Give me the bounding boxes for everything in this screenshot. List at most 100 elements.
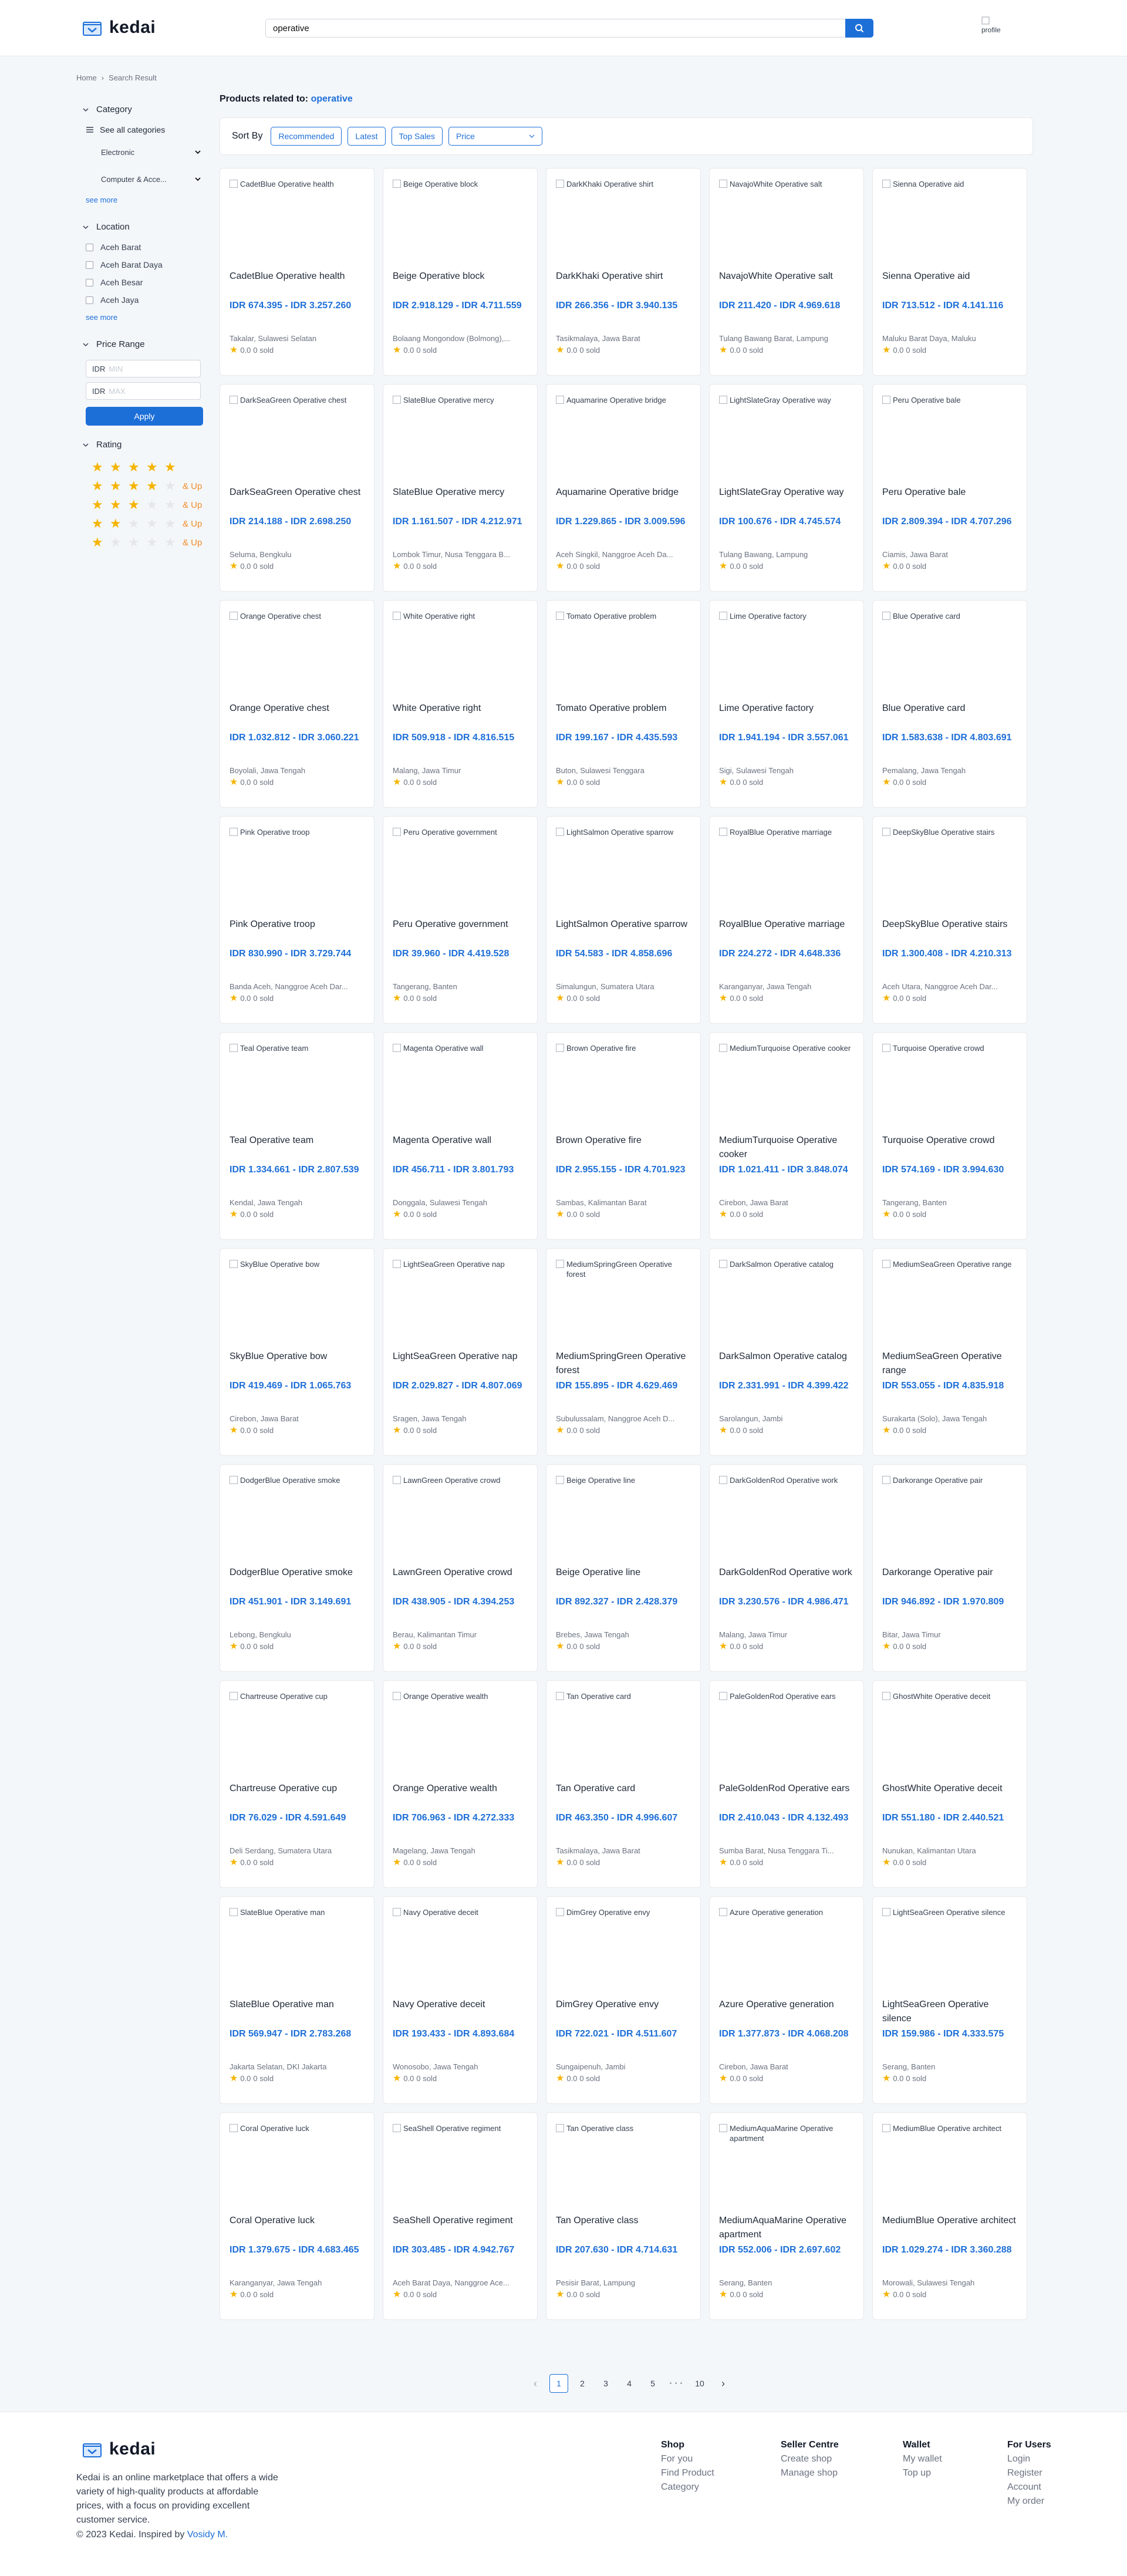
search-input[interactable] (266, 19, 847, 37)
product-image[interactable]: GhostWhite Operative deceit (882, 1691, 1017, 1781)
location-see-more-link[interactable]: see more (86, 313, 211, 322)
product-card[interactable]: SlateBlue Operative man SlateBlue Operati… (220, 1896, 374, 2104)
product-name[interactable]: SeaShell Operative regiment (393, 2214, 528, 2243)
product-name[interactable]: SkyBlue Operative bow (230, 1350, 365, 1379)
product-card[interactable]: LightSeaGreen Operative nap LightSeaGreen… (383, 1248, 538, 1456)
product-card[interactable]: DarkKhaki Operative shirt DarkKhaki Opera… (546, 168, 701, 376)
product-name[interactable]: LightSlateGray Operative way (719, 485, 854, 515)
product-image[interactable]: DarkSalmon Operative catalog (719, 1259, 854, 1348)
product-image[interactable]: Lime Operative factory (719, 611, 854, 700)
product-name[interactable]: Azure Operative generation (719, 1998, 854, 2027)
product-card[interactable]: Peru Operative bale Peru Operative bale ID… (872, 384, 1027, 592)
product-card[interactable]: Brown Operative fire Brown Operative fire… (546, 1032, 701, 1240)
page-5-button[interactable]: 5 (643, 2374, 662, 2393)
product-name[interactable]: Sienna Operative aid (882, 269, 1017, 299)
rating-filter-3[interactable]: ★ ★ ★ ★ ★ & Up (92, 498, 211, 512)
category-computer[interactable]: Computer & Acce... (101, 172, 207, 186)
product-card[interactable]: DimGrey Operative envy DimGrey Operative … (546, 1896, 701, 2104)
prev-page-button[interactable]: ‹ (526, 2374, 545, 2393)
product-card[interactable]: MediumAquaMarine Operative apartment Medi… (709, 2112, 864, 2320)
rating-filter-2[interactable]: ★ ★ ★ ★ ★ & Up (92, 517, 211, 531)
product-card[interactable]: Azure Operative generation Azure Operativ… (709, 1896, 864, 2104)
product-name[interactable]: Coral Operative luck (230, 2214, 365, 2243)
product-image[interactable]: RoyalBlue Operative marriage (719, 827, 854, 916)
product-name[interactable]: Orange Operative chest (230, 702, 365, 731)
product-name[interactable]: NavajoWhite Operative salt (719, 269, 854, 299)
logo[interactable]: kedai (82, 18, 156, 38)
product-name[interactable]: White Operative right (393, 702, 528, 731)
product-card[interactable]: CadetBlue Operative health CadetBlue Oper… (220, 168, 374, 376)
product-image[interactable]: Teal Operative team (230, 1043, 365, 1132)
product-card[interactable]: LightSlateGray Operative way LightSlateGr… (709, 384, 864, 592)
product-card[interactable]: Magenta Operative wall Magenta Operative … (383, 1032, 538, 1240)
max-price-input[interactable]: IDR MAX (86, 382, 201, 400)
sort-price-select[interactable]: Price (448, 127, 543, 146)
product-name[interactable]: GhostWhite Operative deceit (882, 1782, 1017, 1811)
product-image[interactable]: Aquamarine Operative bridge (556, 395, 691, 484)
product-card[interactable]: DarkGoldenRod Operative work DarkGoldenRo… (709, 1464, 864, 1672)
product-image[interactable]: Beige Operative line (556, 1475, 691, 1565)
product-name[interactable]: Lime Operative factory (719, 702, 854, 731)
product-image[interactable]: CadetBlue Operative health (230, 179, 365, 268)
product-card[interactable]: SeaShell Operative regiment SeaShell Oper… (383, 2112, 538, 2320)
sort-latest-button[interactable]: Latest (347, 127, 386, 146)
footer-logo[interactable]: kedai (82, 2439, 156, 2459)
product-image[interactable]: DimGrey Operative envy (556, 1907, 691, 1997)
product-image[interactable]: Beige Operative block (393, 179, 528, 268)
inspired-by-link[interactable]: Vosidy M. (187, 2530, 228, 2540)
product-image[interactable]: DarkSeaGreen Operative chest (230, 395, 365, 484)
product-card[interactable]: Teal Operative team Teal Operative team ID… (220, 1032, 374, 1240)
product-card[interactable]: Beige Operative block Beige Operative blo… (383, 168, 538, 376)
product-image[interactable]: LightSeaGreen Operative silence (882, 1907, 1017, 1997)
search-button[interactable] (845, 19, 873, 38)
product-name[interactable]: RoyalBlue Operative marriage (719, 918, 854, 947)
product-image[interactable]: SkyBlue Operative bow (230, 1259, 365, 1348)
min-price-input[interactable]: IDR MIN (86, 360, 201, 377)
location-checkbox[interactable]: Aceh Barat (86, 242, 211, 252)
price-range-header[interactable]: Price Range (82, 339, 211, 349)
rating-header[interactable]: Rating (82, 440, 211, 450)
footer-link[interactable]: Find Product (661, 2466, 714, 2480)
product-name[interactable]: Magenta Operative wall (393, 1134, 528, 1163)
product-name[interactable]: Teal Operative team (230, 1134, 365, 1163)
product-name[interactable]: LawnGreen Operative crowd (393, 1566, 528, 1595)
product-card[interactable]: DarkSeaGreen Operative chest DarkSeaGreen… (220, 384, 374, 592)
product-image[interactable]: Tan Operative card (556, 1691, 691, 1781)
product-name[interactable]: MediumSpringGreen Operative forest (556, 1350, 691, 1379)
product-name[interactable]: DarkGoldenRod Operative work (719, 1566, 854, 1595)
product-name[interactable]: DarkKhaki Operative shirt (556, 269, 691, 299)
product-image[interactable]: Sienna Operative aid (882, 179, 1017, 268)
product-card[interactable]: Coral Operative luck Coral Operative luck… (220, 2112, 374, 2320)
product-image[interactable]: Turquoise Operative crowd (882, 1043, 1017, 1132)
product-image[interactable]: White Operative right (393, 611, 528, 700)
product-card[interactable]: DodgerBlue Operative smoke DodgerBlue Ope… (220, 1464, 374, 1672)
footer-link[interactable]: My wallet (903, 2452, 942, 2466)
product-image[interactable]: DodgerBlue Operative smoke (230, 1475, 365, 1565)
product-card[interactable]: Lime Operative factory Lime Operative fac… (709, 600, 864, 808)
product-image[interactable]: Peru Operative government (393, 827, 528, 916)
footer-link[interactable]: Create shop (781, 2452, 839, 2466)
product-image[interactable]: Brown Operative fire (556, 1043, 691, 1132)
sort-top-sales-button[interactable]: Top Sales (391, 127, 443, 146)
product-image[interactable]: LightSeaGreen Operative nap (393, 1259, 528, 1348)
product-name[interactable]: Navy Operative deceit (393, 1998, 528, 2027)
rating-filter-4[interactable]: ★ ★ ★ ★ ★ & Up (92, 479, 211, 493)
product-image[interactable]: Magenta Operative wall (393, 1043, 528, 1132)
product-image[interactable]: Orange Operative wealth (393, 1691, 528, 1781)
profile-avatar[interactable]: profile (981, 16, 1005, 40)
product-image[interactable]: MediumAquaMarine Operative apartment (719, 2123, 854, 2213)
product-card[interactable]: Tan Operative card Tan Operative card IDR … (546, 1680, 701, 1888)
product-image[interactable]: DarkGoldenRod Operative work (719, 1475, 854, 1565)
product-image[interactable]: SlateBlue Operative man (230, 1907, 365, 1997)
footer-link[interactable]: For you (661, 2452, 714, 2466)
product-name[interactable]: Tan Operative class (556, 2214, 691, 2243)
product-name[interactable]: Tan Operative card (556, 1782, 691, 1811)
product-card[interactable]: RoyalBlue Operative marriage RoyalBlue Op… (709, 816, 864, 1024)
product-name[interactable]: Peru Operative bale (882, 485, 1017, 515)
product-card[interactable]: SkyBlue Operative bow SkyBlue Operative b… (220, 1248, 374, 1456)
checkbox[interactable] (86, 296, 93, 304)
product-image[interactable]: MediumTurquoise Operative cooker (719, 1043, 854, 1132)
product-name[interactable]: SlateBlue Operative man (230, 1998, 365, 2027)
product-card[interactable]: Orange Operative chest Orange Operative c… (220, 600, 374, 808)
product-card[interactable]: Navy Operative deceit Navy Operative dece… (383, 1896, 538, 2104)
